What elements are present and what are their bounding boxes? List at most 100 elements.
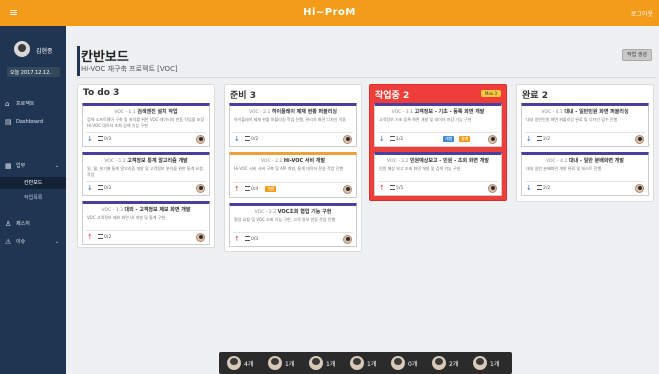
app-title: Hi~ProM [303, 7, 356, 18]
priority-down-icon: ↓ [87, 135, 93, 143]
list-icon [245, 136, 250, 141]
count-value: 5/5 [396, 186, 404, 191]
chevron-down-icon: ⌄ [54, 239, 59, 245]
card-id: VOC - 1.3 [101, 208, 123, 213]
card-description: 하이플레이 제재 현황 퍼블리싱 작업 진행, 관리자 화면 디자인 적용 [234, 117, 347, 122]
list-icon [245, 236, 250, 241]
subtask-count: 0/2 [98, 234, 111, 241]
assignee-avatar [196, 184, 205, 193]
home-icon: ⌂ [5, 100, 10, 108]
sidebar-item-label: 프로젝트 [16, 101, 35, 107]
chevron-down-icon: ⌄ [54, 163, 59, 169]
count-value: 0/2 [104, 235, 112, 240]
list-icon [98, 185, 103, 190]
card-id: VOC - 3.1 [391, 110, 413, 115]
task-card[interactable]: VOC - 2.2 Hi-VOC 서비 개발 Hi-VOC 서비 서버 구축 및… [229, 152, 357, 198]
task-card[interactable]: VOC - 1.2 고객정보 통계 알고리즘 개발 일, 월, 분기별 통계 알… [82, 152, 210, 196]
list-icon [98, 136, 103, 141]
card-title: VOC조회 협업 기능 구현 [277, 209, 332, 215]
column-title: 작업중 2 [375, 91, 410, 101]
subtask-count: 1/2 [390, 136, 403, 143]
card-header: VOC - 4.2 대내 - 일반 분배화면 개발 [522, 157, 648, 164]
assignee-avatar [488, 184, 497, 193]
warning-icon: ⚠ [5, 238, 12, 246]
assignee-avatar [196, 233, 205, 242]
card-description: 협업 요청 및 VOC 조회 기능 구현, 고객 정보 연동 작업 진행 [234, 217, 336, 222]
card-title: 대외 - 고객정보 제보 화면 개발 [124, 207, 191, 213]
title-accent-bar [77, 46, 80, 76]
card-id: VOC - 4.1 [541, 110, 563, 115]
card-header: VOC - 4.1 대내 - 일반민원 화면 퍼블리싱 [522, 108, 648, 115]
task-card[interactable]: VOC - 4.1 대내 - 일반민원 화면 퍼블리싱 대내 일반민원 화면 퍼… [521, 103, 649, 147]
card-title: 검색엔진 설치 작업 [137, 109, 178, 115]
page-subtitle: Hi-VOC 재구축 프로젝트 [VOC] [81, 65, 178, 73]
task-card[interactable]: VOC - 2.3 VOC조회 협업 기능 구현 협업 요청 및 VOC 조회 … [229, 203, 357, 247]
divider [86, 181, 206, 182]
assignee-avatar [196, 135, 205, 144]
thumb-icon: ♙ [5, 220, 12, 228]
count-value: 1/2 [396, 137, 404, 142]
divider [77, 77, 657, 78]
sidebar-item-issue[interactable]: ⚠ 이슈 ⌄ [0, 236, 66, 248]
sidebar-item-kanban[interactable]: 칸반보드 [0, 177, 66, 189]
list-icon [245, 186, 250, 191]
assignee-avatar [635, 135, 644, 144]
kanban-column-ready: 준비 3 VOC - 2.1 하이플레이 제재 현황 퍼블리싱 하이플레이 제재… [224, 84, 362, 252]
logout-link[interactable]: 로그아웃 [631, 9, 653, 18]
priority-up-icon: ↑ [87, 233, 93, 241]
priority-down-icon: ↓ [234, 135, 240, 143]
card-header: VOC - 3.2 민원예상보고 - 민원 - 조회 화면 개발 [375, 157, 501, 164]
sidebar: 김현종 오늘 2017.12.12. ⌂ 프로젝트 ▤ Dashboard ▦ … [0, 26, 66, 374]
member-task-count: 4개 [244, 361, 254, 368]
count-value: 0/3 [251, 237, 259, 242]
count-value: 0/4 [251, 187, 259, 192]
card-id: VOC - 1.2 [104, 159, 126, 164]
list-icon [537, 185, 542, 190]
divider [233, 132, 353, 133]
member-task-count: 1개 [367, 361, 377, 368]
member-avatar [350, 356, 364, 370]
divider [525, 181, 645, 182]
count-value: 0/2 [104, 186, 112, 191]
card-description: 검색 소프트웨어 구축 및 설치를 위한 VOC 데이터의 연동 작업을 포함 … [87, 117, 205, 128]
card-id: VOC - 3.2 [387, 159, 409, 164]
task-card[interactable]: VOC - 4.2 대내 - 일반 분배화면 개발 대내 일반 분배화면 개발 … [521, 152, 649, 196]
task-card[interactable]: VOC - 3.1 고객정보 - 기초 - 등록 화면 개발 고객정보 기초 등… [374, 103, 502, 147]
sidebar-item-project[interactable]: ⌂ 프로젝트 [0, 98, 66, 110]
card-title: 대내 - 일반민원 화면 퍼블리싱 [564, 109, 629, 115]
page-title: 칸반보드 [81, 50, 129, 65]
subtask-count: 2/2 [537, 136, 550, 143]
member-avatar [227, 356, 241, 370]
create-task-button[interactable]: 작업 생성 [622, 49, 652, 61]
priority-down-icon: ↓ [526, 135, 532, 143]
count-value: 2/2 [543, 186, 551, 191]
sidebar-item-work[interactable]: ▦ 업무 ⌄ [0, 160, 66, 172]
task-card[interactable]: VOC - 3.2 민원예상보고 - 민원 - 조회 화면 개발 민원 예상 보… [374, 152, 502, 196]
user-avatar[interactable] [14, 41, 30, 57]
subtask-count: 0/4 [245, 186, 258, 193]
task-card[interactable]: VOC - 1.1 검색엔진 설치 작업 검색 소프트웨어 구축 및 설치를 위… [82, 103, 210, 147]
member-avatar [309, 356, 323, 370]
subtask-count: 0/3 [98, 136, 111, 143]
list-icon [98, 234, 103, 239]
assignee-avatar [343, 185, 352, 194]
sidebar-item-tasklist[interactable]: 작업목록 [0, 192, 66, 204]
member-task-count: 1개 [490, 361, 500, 368]
sidebar-item-dashboard[interactable]: ▤ Dashboard [0, 116, 66, 128]
task-card[interactable]: VOC - 2.1 하이플레이 제재 현황 퍼블리싱 하이플레이 제재 현황 퍼… [229, 103, 357, 147]
sidebar-item-gesture[interactable]: ♙ 제스처 [0, 218, 66, 230]
card-id: VOC - 2.3 [254, 210, 276, 215]
column-title: To do 3 [83, 88, 120, 98]
count-value: 0/3 [104, 137, 112, 142]
card-title: 고객정보 통계 알고리즘 개발 [127, 158, 188, 164]
subtask-count: 0/2 [245, 136, 258, 143]
card-id: VOC - 2.2 [260, 159, 283, 164]
card-header: VOC - 1.1 검색엔진 설치 작업 [83, 108, 209, 115]
divider [378, 132, 498, 133]
card-header: VOC - 1.3 대외 - 고객정보 제보 화면 개발 [83, 206, 209, 213]
kanban-column-in-progress: 작업중 2 Max 3 VOC - 3.1 고객정보 - 기초 - 등록 화면 … [369, 84, 507, 201]
card-title: 하이플레이 제재 현황 퍼블리싱 [271, 109, 337, 115]
team-member-bar: 4개 1개 1개 1개 0개 2개 1개 [219, 352, 512, 374]
task-card[interactable]: VOC - 1.3 대외 - 고객정보 제보 화면 개발 VOC 고객정보 제보… [82, 201, 210, 245]
member-avatar [268, 356, 282, 370]
